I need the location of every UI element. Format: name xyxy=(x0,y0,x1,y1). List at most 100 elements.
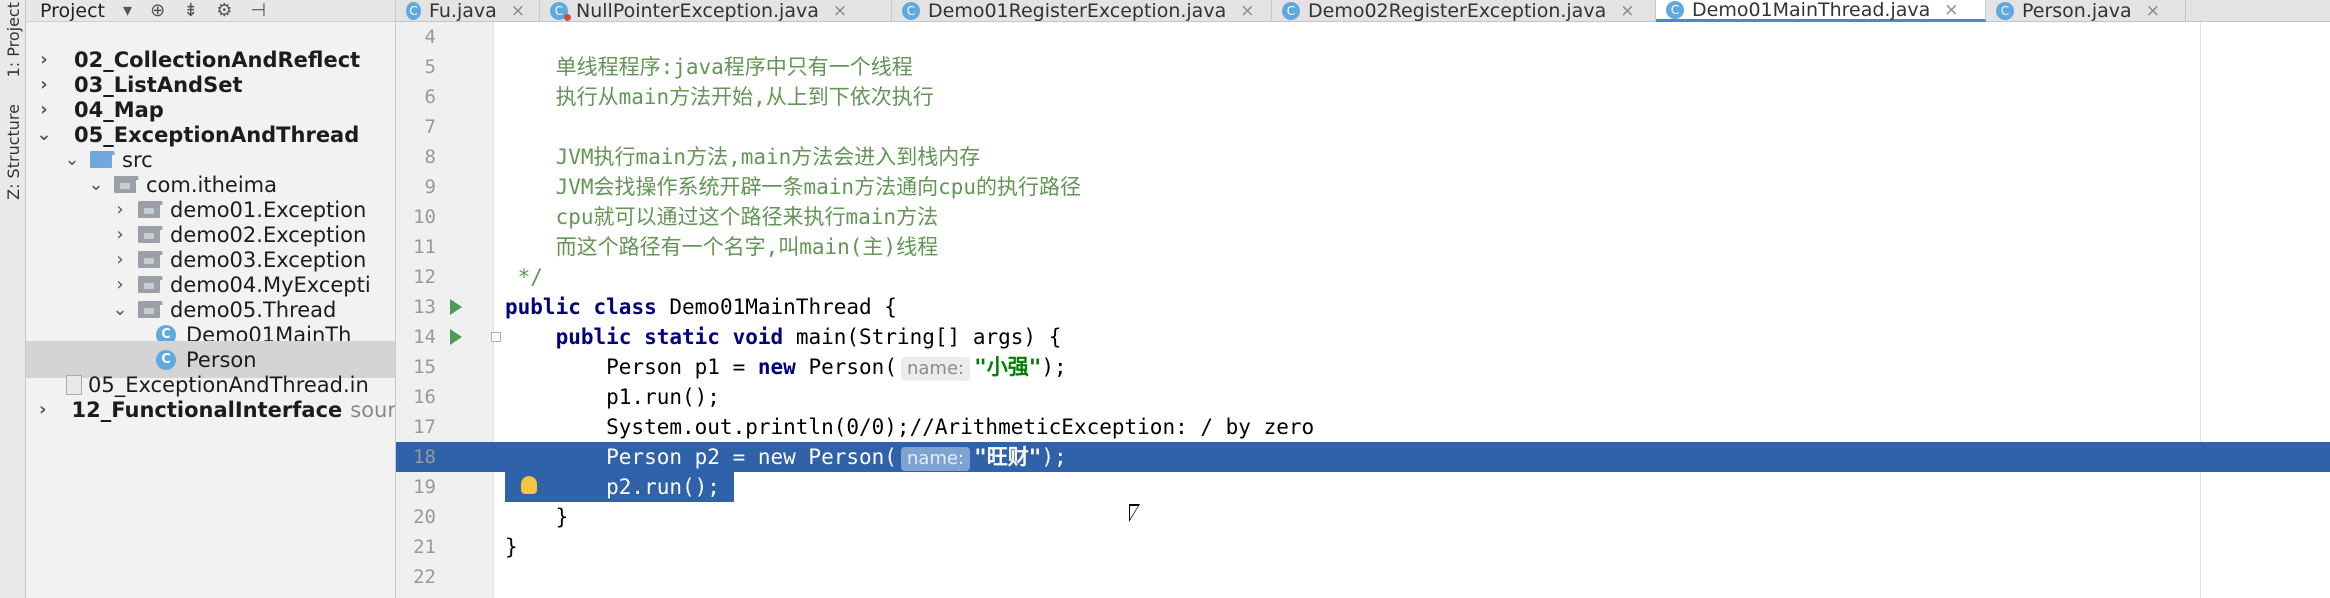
code-line[interactable]: 9 JVM会找操作系统开辟一条main方法通向cpu的执行路径 xyxy=(396,172,2330,202)
code-line[interactable]: 20 } xyxy=(396,502,2330,532)
line-number: 17 xyxy=(413,416,436,438)
tree-item-label: 12_FunctionalInterface xyxy=(71,397,343,422)
code-segment: p2.run(); xyxy=(505,475,720,499)
code-line[interactable]: 6 执行从main方法开始,从上到下依次执行 xyxy=(396,82,2330,112)
tab-label: Demo02RegisterException.java xyxy=(1308,0,1607,22)
code-line[interactable]: 15 Person p1 = new Person(name: "小强"); xyxy=(396,352,2330,382)
code-line[interactable]: 11 而这个路径有一个名字,叫main(主)线程 xyxy=(396,232,2330,262)
close-icon[interactable]: × xyxy=(833,1,847,21)
close-icon[interactable]: × xyxy=(1944,0,1958,20)
line-number: 18 xyxy=(413,446,436,468)
tab-demo01registerexception[interactable]: C Demo01RegisterException.java × xyxy=(892,0,1272,22)
code-line[interactable]: 5 单线程程序:java程序中只有一个线程 xyxy=(396,52,2330,82)
code-segment: Person p1 = new Person( xyxy=(505,355,897,379)
chevron-right-icon[interactable]: › xyxy=(34,399,52,420)
line-number: 21 xyxy=(413,536,436,558)
code-text: 单线程程序:java程序中只有一个线程 xyxy=(505,55,913,79)
code-line[interactable]: 17 System.out.println(0/0);//ArithmeticE… xyxy=(396,412,2330,442)
code-line[interactable]: 10 cpu就可以通过这个路径来执行main方法 xyxy=(396,202,2330,232)
code-text: System.out.println(0/0);//ArithmeticExce… xyxy=(505,415,1315,439)
keyword: class xyxy=(593,295,657,319)
close-icon[interactable]: × xyxy=(1620,1,1634,21)
code-line[interactable]: 14 public static void main(String[] args… xyxy=(396,322,2330,352)
java-class-icon: C xyxy=(902,2,920,20)
project-tool-tab[interactable]: 1: Project xyxy=(1,2,25,77)
code-editor[interactable]: 4 5 单线程程序:java程序中只有一个线程 6 执行从main方法开始,从上… xyxy=(396,22,2330,598)
line-number: 11 xyxy=(413,236,436,258)
editor-tab-bar: C Fu.java × C NullPointerException.java … xyxy=(396,0,2330,22)
code-segment: Person p2 = new Person( xyxy=(505,445,897,469)
string-literal: "小强" xyxy=(974,355,1042,379)
structure-tool-label: Z: Structure xyxy=(3,104,23,200)
tab-nullpointerexception[interactable]: C NullPointerException.java × xyxy=(540,0,892,22)
line-number: 14 xyxy=(413,326,436,348)
code-segment: ); xyxy=(1041,355,1067,379)
code-text: JVM会找操作系统开辟一条main方法通向cpu的执行路径 xyxy=(505,175,1082,199)
tab-fu-java[interactable]: C Fu.java × xyxy=(396,0,540,22)
java-class-icon: C xyxy=(1996,2,2014,20)
tab-demo02registerexception[interactable]: C Demo02RegisterException.java × xyxy=(1272,0,1656,22)
tab-label: NullPointerException.java xyxy=(576,0,819,22)
close-icon[interactable]: × xyxy=(2146,1,2160,21)
project-panel-header: Project ▾ ⊕ ⇟ ⚙ ⊣ xyxy=(26,0,395,22)
fold-icon[interactable] xyxy=(491,332,501,342)
hide-panel-icon[interactable]: ⊣ xyxy=(250,0,266,21)
run-icon[interactable] xyxy=(450,329,462,345)
code-line[interactable]: 21 } xyxy=(396,532,2330,562)
code-line[interactable]: 16 p1.run(); xyxy=(396,382,2330,412)
tree-item-module[interactable]: › 12_FunctionalInterface sour xyxy=(26,391,396,428)
tree-item-suffix: sour xyxy=(350,397,396,422)
java-class-icon: C xyxy=(406,2,421,20)
structure-tool-tab[interactable]: Z: Structure xyxy=(1,104,25,200)
line-number: 8 xyxy=(424,146,436,168)
close-icon[interactable]: × xyxy=(511,1,525,21)
close-icon[interactable]: × xyxy=(1240,1,1254,21)
code-text: Person p1 = new Person(name: "小强"); xyxy=(505,352,1067,382)
collapse-all-icon[interactable]: ⇟ xyxy=(183,0,198,21)
line-number: 12 xyxy=(413,266,436,288)
code-line[interactable]: 22 xyxy=(396,562,2330,592)
code-text: 而这个路径有一个名字,叫main(主)线程 xyxy=(505,235,939,259)
line-number: 7 xyxy=(424,116,436,138)
line-number: 10 xyxy=(413,206,436,228)
java-class-icon: C xyxy=(1666,0,1684,19)
keyword: new xyxy=(757,355,796,379)
code-text: cpu就可以通过这个路径来执行main方法 xyxy=(505,205,939,229)
tab-label: Person.java xyxy=(2022,0,2132,22)
tab-demo01mainthread[interactable]: C Demo01MainThread.java × xyxy=(1656,0,1986,22)
string-literal: "旺财" xyxy=(974,445,1042,469)
code-line[interactable]: 12 */ xyxy=(396,262,2330,292)
run-icon[interactable] xyxy=(450,299,462,315)
dropdown-arrow-icon[interactable]: ▾ xyxy=(123,0,132,21)
line-number: 15 xyxy=(413,356,436,378)
code-line-selected[interactable]: 18 Person p2 = new Person(name: "旺财"); xyxy=(396,442,2330,472)
tab-label: Demo01MainThread.java xyxy=(1692,0,1931,21)
code-line[interactable]: 4 xyxy=(396,22,2330,52)
tab-label: Demo01RegisterException.java xyxy=(928,0,1227,22)
code-line[interactable]: 8 JVM执行main方法,main方法会进入到栈内存 xyxy=(396,142,2330,172)
target-icon[interactable]: ⊕ xyxy=(150,0,165,21)
gear-icon[interactable]: ⚙ xyxy=(216,0,232,21)
code-line[interactable]: 7 xyxy=(396,112,2330,142)
code-line-partially-selected[interactable]: 19 p2.run(); xyxy=(396,472,2330,502)
project-panel-title[interactable]: Project xyxy=(40,0,105,22)
code-text: public class Demo01MainThread { xyxy=(505,295,897,319)
code-text: */ xyxy=(505,265,543,289)
project-tool-label: 1: Project xyxy=(3,2,23,78)
parameter-hint: name: xyxy=(900,357,971,381)
line-number: 16 xyxy=(413,386,436,408)
code-line[interactable]: 13 public class Demo01MainThread { xyxy=(396,292,2330,322)
code-text: } xyxy=(505,535,518,559)
tool-window-strip: 1: Project Z: Structure xyxy=(0,0,26,598)
tab-person-java[interactable]: C Person.java × xyxy=(1986,0,2186,22)
code-segment: ); xyxy=(1041,445,1067,469)
tab-label: Fu.java xyxy=(428,0,497,22)
line-number: 19 xyxy=(413,476,436,498)
line-number: 22 xyxy=(413,566,436,588)
keyword: public xyxy=(505,295,581,319)
code-text: p2.run(); xyxy=(505,472,720,502)
code-text: } xyxy=(505,505,569,529)
project-panel: Project ▾ ⊕ ⇟ ⚙ ⊣ › 02_CollectionAndRefl… xyxy=(26,0,396,598)
line-number: 13 xyxy=(413,296,436,318)
code-text: 执行从main方法开始,从上到下依次执行 xyxy=(505,85,934,109)
